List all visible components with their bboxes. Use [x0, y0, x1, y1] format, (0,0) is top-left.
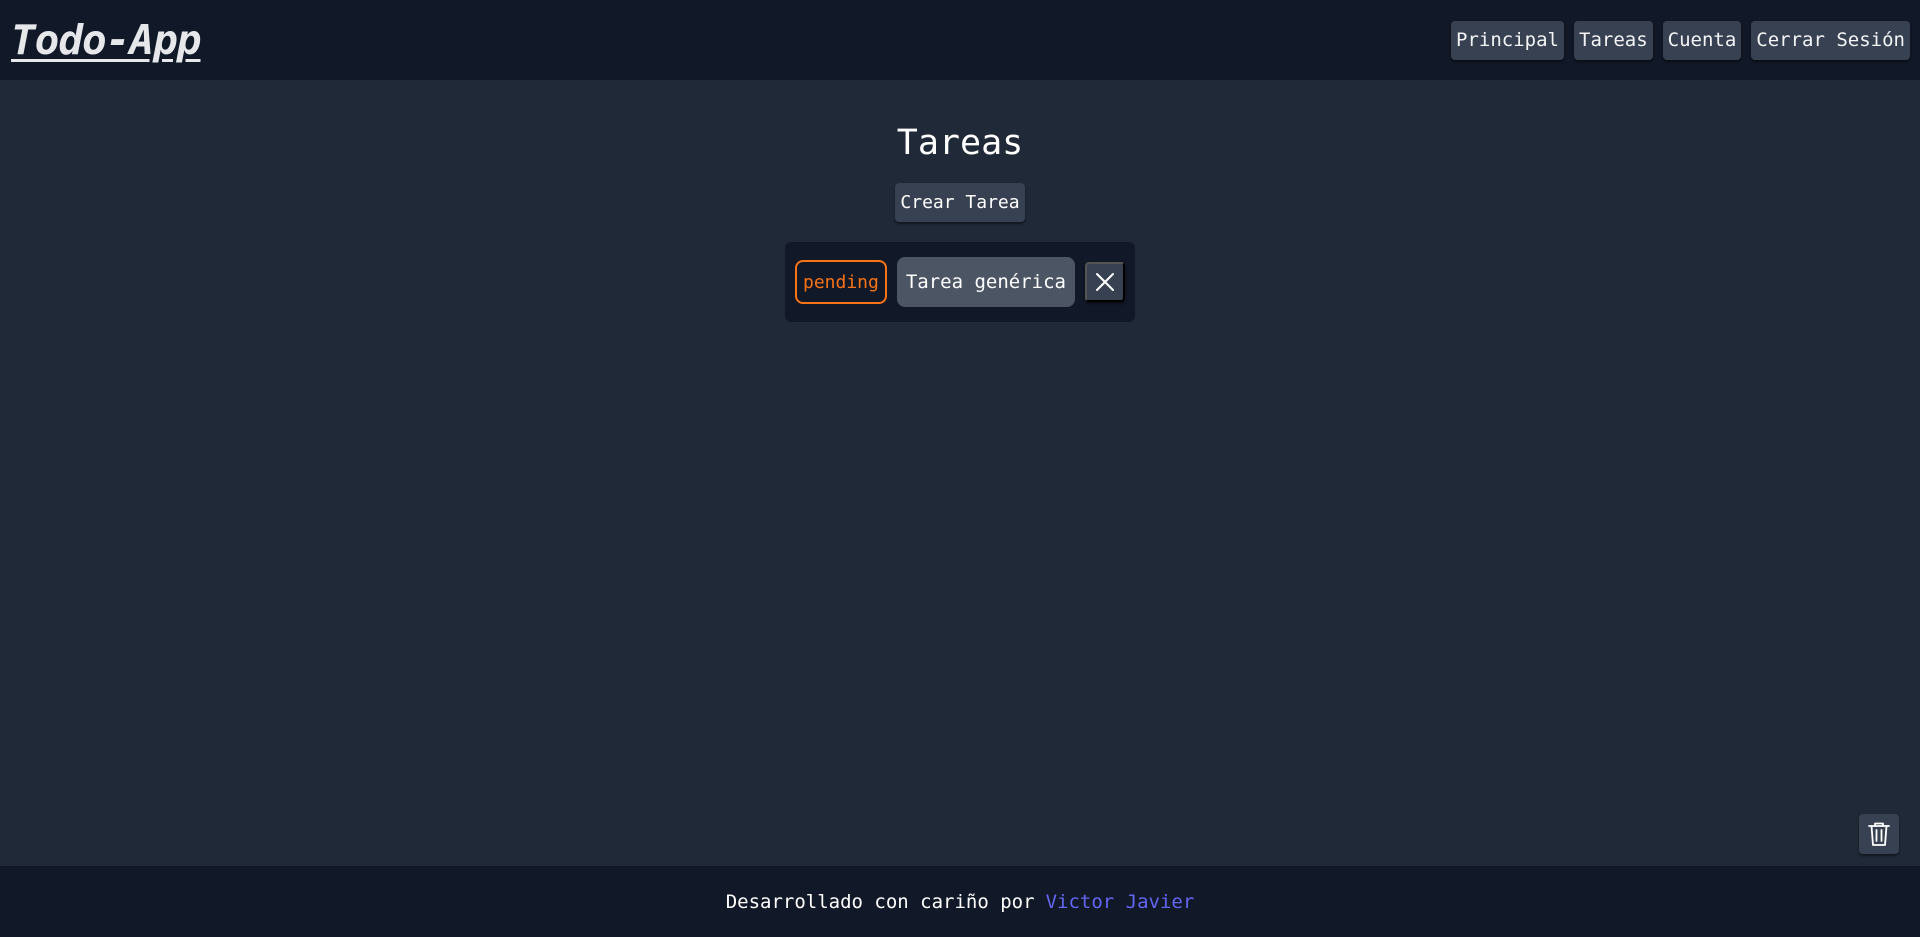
footer: Desarrollado con cariño por Victor Javie…: [0, 866, 1920, 937]
trash-icon: [1868, 822, 1890, 846]
create-task-button[interactable]: Crear Tarea: [895, 183, 1025, 222]
main-content: Tareas Crear Tarea pending Tarea genéric…: [0, 80, 1920, 866]
delete-task-button[interactable]: [1085, 262, 1125, 302]
page-title: Tareas: [896, 123, 1024, 163]
task-card: pending Tarea genérica: [784, 242, 1135, 322]
trash-button[interactable]: [1859, 814, 1899, 854]
main-nav: Principal Tareas Cuenta Cerrar Sesión: [1451, 20, 1910, 60]
app-logo[interactable]: Todo-App: [11, 16, 201, 64]
top-navbar: Todo-App Principal Tareas Cuenta Cerrar …: [0, 0, 1920, 80]
footer-text: Desarrollado con cariño por: [725, 890, 1035, 913]
nav-cuenta-button[interactable]: Cuenta: [1662, 20, 1742, 60]
nav-principal-button[interactable]: Principal: [1451, 20, 1564, 60]
task-title[interactable]: Tarea genérica: [896, 257, 1075, 307]
logout-button[interactable]: Cerrar Sesión: [1751, 20, 1910, 60]
close-icon: [1096, 273, 1114, 291]
app-root: Todo-App Principal Tareas Cuenta Cerrar …: [0, 0, 1920, 937]
nav-tareas-button[interactable]: Tareas: [1574, 20, 1653, 60]
status-badge: pending: [794, 260, 887, 304]
author-link[interactable]: Victor Javier: [1046, 891, 1195, 913]
